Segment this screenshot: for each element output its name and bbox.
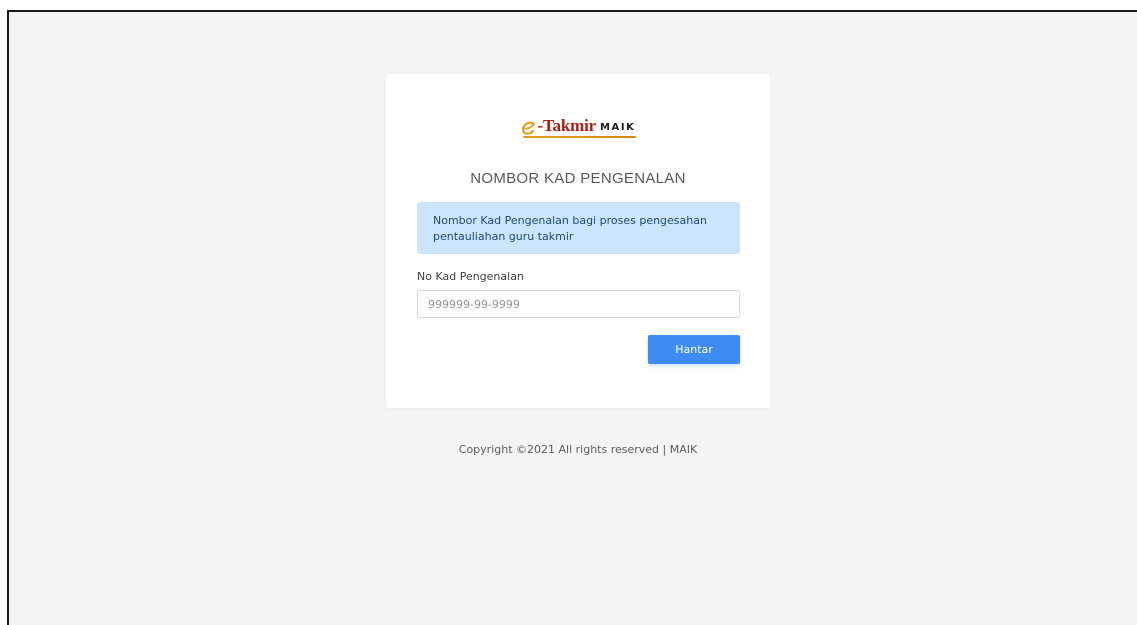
page-frame: - Takmir MAIK NOMBOR KAD PENGENALAN Nomb… [7,10,1137,625]
form-title: NOMBOR KAD PENGENALAN [470,170,686,187]
info-alert: Nombor Kad Pengenalan bagi proses penges… [417,202,740,254]
logo-wordmark: - Takmir MAIK [521,117,636,138]
id-number-input[interactable] [417,290,740,318]
brand-logo: - Takmir MAIK [386,114,770,138]
footer-copyright: Copyright ©2021 All rights reserved | MA… [458,443,698,456]
login-card: - Takmir MAIK NOMBOR KAD PENGENALAN Nomb… [386,74,770,408]
id-number-label: No Kad Pengenalan [417,270,524,283]
logo-underline [522,136,636,138]
e-letter-icon [521,121,535,135]
logo-suffix: MAIK [599,122,636,133]
submit-button[interactable]: Hantar [648,335,740,364]
logo-name: Takmir [542,116,596,135]
